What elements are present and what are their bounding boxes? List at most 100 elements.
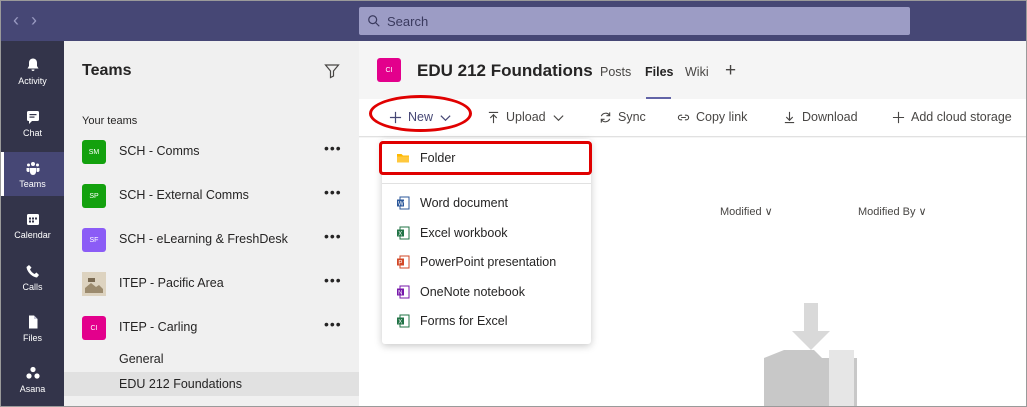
- sync-label: Sync: [618, 110, 646, 124]
- column-header-label: Modified: [720, 206, 762, 218]
- rail-label: Chat: [22, 127, 42, 138]
- rail-label: Asana: [19, 383, 46, 394]
- empty-folder-illustration: [764, 303, 857, 406]
- add-cloud-storage-button[interactable]: Add cloud storage: [892, 110, 1012, 124]
- channel-item-general[interactable]: General: [64, 347, 359, 371]
- team-avatar: SM: [82, 140, 106, 164]
- add-cloud-storage-label: Add cloud storage: [911, 110, 1012, 124]
- teams-window: ‹› Search Activity Chat Teams Calendar C…: [0, 0, 1027, 407]
- team-item[interactable]: SM SCH - Comms •••: [64, 132, 359, 172]
- rail-item-calls[interactable]: Calls: [1, 255, 64, 299]
- team-name: ITEP - Pacific Area: [119, 276, 224, 290]
- powerpoint-icon: P: [397, 255, 410, 269]
- copy-link-button[interactable]: Copy link: [677, 110, 747, 124]
- svg-text:X: X: [398, 319, 402, 325]
- menu-item-forms-excel[interactable]: X Forms for Excel: [382, 307, 591, 335]
- asana-icon: [25, 366, 40, 379]
- menu-item-label: PowerPoint presentation: [420, 255, 557, 269]
- annotation-rectangle: [379, 141, 592, 175]
- phone-icon: [26, 264, 39, 277]
- app-rail: Activity Chat Teams Calendar Calls Files…: [1, 41, 64, 406]
- bell-icon: [27, 58, 38, 71]
- word-icon: W: [397, 196, 410, 210]
- chevron-down-icon: ∨: [918, 206, 927, 218]
- channel-avatar: CI: [377, 58, 401, 82]
- search-input[interactable]: Search: [359, 7, 910, 35]
- rail-label: Calls: [22, 281, 43, 292]
- rail-item-activity[interactable]: Activity: [1, 49, 64, 93]
- team-name: SCH - eLearning & FreshDesk: [119, 232, 288, 246]
- menu-item-label: OneNote notebook: [420, 285, 525, 299]
- svg-text:W: W: [398, 201, 404, 207]
- column-header-modified-by[interactable]: Modified By ∨: [858, 205, 927, 218]
- calendar-icon: [26, 213, 39, 225]
- svg-text:P: P: [398, 260, 402, 266]
- more-options-icon[interactable]: •••: [324, 316, 342, 332]
- channel-header: CI EDU 212 Foundations Posts Files Wiki …: [359, 41, 1026, 99]
- sync-icon: [600, 111, 611, 123]
- channel-item-edu-212[interactable]: EDU 212 Foundations: [64, 372, 359, 396]
- upload-label: Upload: [506, 110, 546, 124]
- team-name: ITEP - Carling: [119, 320, 198, 334]
- team-avatar: SF: [82, 228, 106, 252]
- nav-arrows: ‹›: [13, 10, 49, 31]
- onenote-icon: N: [397, 285, 410, 299]
- team-item[interactable]: SF SCH - eLearning & FreshDesk •••: [64, 220, 359, 260]
- svg-text:N: N: [398, 290, 402, 296]
- team-name: SCH - Comms: [119, 144, 200, 158]
- tab-wiki[interactable]: Wiki: [685, 65, 709, 79]
- teams-panel-title: Teams: [82, 62, 132, 79]
- back-arrow-icon[interactable]: ‹: [13, 10, 31, 30]
- more-options-icon[interactable]: •••: [324, 272, 342, 288]
- filter-icon[interactable]: [324, 63, 340, 79]
- tab-posts[interactable]: Posts: [600, 65, 631, 79]
- menu-item-excel[interactable]: X Excel workbook: [382, 219, 591, 247]
- download-label: Download: [802, 110, 858, 124]
- forms-excel-icon: X: [397, 314, 410, 328]
- menu-item-label: Excel workbook: [420, 226, 508, 240]
- copy-link-label: Copy link: [696, 110, 748, 124]
- download-icon: [784, 111, 795, 123]
- team-avatar: CI: [82, 316, 106, 340]
- sync-button[interactable]: Sync: [599, 110, 646, 124]
- team-name: SCH - External Comms: [119, 188, 249, 202]
- your-teams-label: Your teams: [82, 115, 138, 127]
- rail-item-files[interactable]: Files: [1, 306, 64, 350]
- link-icon: [677, 114, 690, 120]
- rail-label: Calendar: [14, 229, 51, 240]
- team-item[interactable]: SP SCH - External Comms •••: [64, 176, 359, 216]
- upload-icon: [488, 111, 499, 123]
- search-placeholder: Search: [387, 13, 429, 29]
- menu-item-onenote[interactable]: N OneNote notebook: [382, 278, 591, 306]
- team-item[interactable]: ITEP - Pacific Area •••: [64, 264, 359, 304]
- team-item[interactable]: CI ITEP - Carling •••: [64, 308, 359, 348]
- column-header-modified[interactable]: Modified ∨: [720, 205, 773, 218]
- more-options-icon[interactable]: •••: [324, 184, 342, 200]
- file-icon: [28, 315, 37, 328]
- menu-item-label: Forms for Excel: [420, 314, 508, 328]
- team-avatar: SP: [82, 184, 106, 208]
- rail-item-teams[interactable]: Teams: [1, 152, 64, 196]
- rail-label: Files: [22, 332, 42, 343]
- tab-files[interactable]: Files: [645, 65, 674, 79]
- menu-item-label: Word document: [420, 196, 509, 210]
- download-button[interactable]: Download: [783, 110, 858, 124]
- forward-arrow-icon[interactable]: ›: [31, 10, 49, 30]
- rail-item-calendar[interactable]: Calendar: [1, 203, 64, 247]
- chat-icon: [26, 110, 39, 124]
- menu-divider: [382, 183, 591, 184]
- rail-item-chat[interactable]: Chat: [1, 101, 64, 145]
- rail-item-asana[interactable]: Asana: [1, 357, 64, 401]
- menu-item-powerpoint[interactable]: P PowerPoint presentation: [382, 248, 591, 276]
- add-tab-icon[interactable]: +: [725, 60, 736, 82]
- plus-icon: [892, 111, 905, 123]
- upload-button[interactable]: Upload: [487, 110, 565, 124]
- more-options-icon[interactable]: •••: [324, 140, 342, 156]
- menu-item-word[interactable]: W Word document: [382, 189, 591, 217]
- teams-panel: Teams Your teams SM SCH - Comms ••• SP S…: [64, 41, 359, 406]
- annotation-oval: [369, 95, 472, 132]
- title-bar: ‹› Search: [1, 1, 1026, 41]
- search-icon: [368, 15, 380, 27]
- teams-icon: [26, 161, 39, 175]
- more-options-icon[interactable]: •••: [324, 228, 342, 244]
